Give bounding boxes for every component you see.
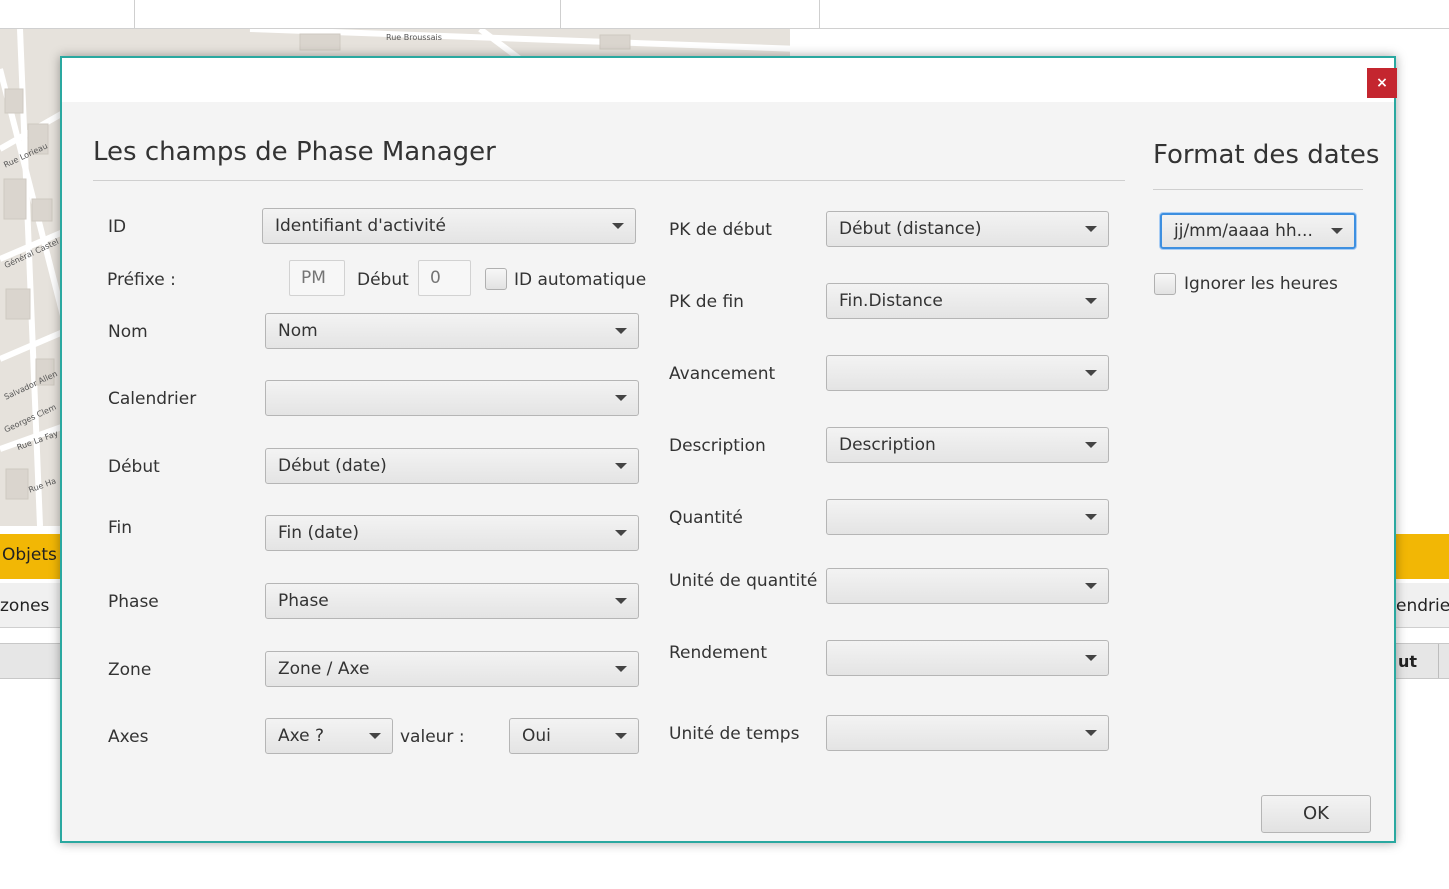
chevron-down-icon — [615, 395, 627, 401]
zone-combo-value: Zone / Axe — [278, 659, 370, 679]
unite-quantite-label: Unité de quantité — [669, 571, 818, 591]
top-bar-separator — [134, 0, 135, 28]
chevron-down-icon — [1085, 583, 1097, 589]
section-divider — [93, 180, 1125, 181]
description-combo-value: Description — [839, 435, 936, 455]
debut-inline-label: Début — [357, 270, 409, 290]
id-auto-label: ID automatique — [514, 270, 647, 290]
chevron-down-icon — [615, 530, 627, 536]
chevron-down-icon — [615, 733, 627, 739]
section-divider — [1153, 189, 1363, 190]
ignore-hours-checkbox[interactable] — [1154, 273, 1176, 295]
calendrier-combo[interactable] — [265, 380, 639, 416]
chevron-down-icon — [612, 223, 624, 229]
chevron-down-icon — [615, 463, 627, 469]
chevron-down-icon — [1331, 228, 1343, 234]
debut-number-input[interactable] — [418, 260, 471, 296]
column-separator — [1438, 644, 1439, 678]
phase-combo[interactable]: Phase — [265, 583, 639, 619]
dialog-titlebar[interactable] — [62, 58, 1394, 102]
nom-combo[interactable]: Nom — [265, 313, 639, 349]
tab-calendrier[interactable]: endrier — [1396, 596, 1449, 616]
date-format-combo-value: jj/mm/aaaa hh... — [1174, 221, 1313, 241]
quantite-combo[interactable] — [826, 499, 1109, 535]
quantite-label: Quantité — [669, 508, 743, 528]
chevron-down-icon — [369, 733, 381, 739]
unite-temps-label: Unité de temps — [669, 724, 800, 744]
zone-label: Zone — [108, 660, 152, 680]
tab-zones[interactable]: zones — [0, 596, 49, 616]
id-combo-value: Identifiant d'activité — [275, 216, 446, 236]
chevron-down-icon — [1085, 514, 1097, 520]
prefixe-input[interactable] — [289, 260, 345, 296]
close-button[interactable]: × — [1367, 68, 1397, 98]
valeur-label: valeur : — [400, 727, 465, 747]
date-format-combo[interactable]: jj/mm/aaaa hh... — [1160, 213, 1356, 249]
nom-combo-value: Nom — [278, 321, 318, 341]
calendrier-label: Calendrier — [108, 389, 197, 409]
chevron-down-icon — [1085, 730, 1097, 736]
description-combo[interactable]: Description — [826, 427, 1109, 463]
id-label: ID — [108, 217, 127, 237]
id-combo[interactable]: Identifiant d'activité — [262, 208, 636, 244]
description-label: Description — [669, 436, 766, 456]
pk-debut-combo-value: Début (distance) — [839, 219, 982, 239]
app-top-bar — [0, 0, 1449, 29]
column-header[interactable]: ut — [1398, 652, 1417, 671]
debut-combo-value: Début (date) — [278, 456, 387, 476]
unite-quantite-combo[interactable] — [826, 568, 1109, 604]
phase-manager-dialog: × Les champs de Phase Manager ID Identif… — [60, 56, 1397, 843]
map-street-label: Rue Broussais — [386, 33, 442, 42]
ok-button[interactable]: OK — [1261, 795, 1371, 833]
valeur-combo[interactable]: Oui — [509, 718, 639, 754]
fin-label: Fin — [108, 518, 133, 538]
fields-section-title: Les champs de Phase Manager — [93, 137, 496, 167]
avancement-label: Avancement — [669, 364, 776, 384]
fin-combo-value: Fin (date) — [278, 523, 360, 543]
chevron-down-icon — [1085, 370, 1097, 376]
debut-label: Début — [108, 457, 160, 477]
chevron-down-icon — [1085, 655, 1097, 661]
id-auto-checkbox[interactable] — [485, 268, 507, 290]
avancement-combo[interactable] — [826, 355, 1109, 391]
valeur-combo-value: Oui — [522, 726, 551, 746]
chevron-down-icon — [1085, 442, 1097, 448]
objets-label: Objets — [2, 545, 57, 565]
debut-combo[interactable]: Début (date) — [265, 448, 639, 484]
fin-combo[interactable]: Fin (date) — [265, 515, 639, 551]
pk-fin-combo[interactable]: Fin.Distance — [826, 283, 1109, 319]
prefixe-label: Préfixe : — [107, 270, 176, 290]
top-bar-separator — [819, 0, 820, 28]
chevron-down-icon — [615, 328, 627, 334]
rendement-label: Rendement — [669, 643, 767, 663]
chevron-down-icon — [615, 666, 627, 672]
unite-temps-combo[interactable] — [826, 715, 1109, 751]
pk-debut-label: PK de début — [669, 220, 772, 240]
nom-label: Nom — [108, 322, 148, 342]
axes-label: Axes — [108, 727, 149, 747]
date-format-title: Format des dates — [1153, 140, 1380, 170]
pk-fin-label: PK de fin — [669, 292, 744, 312]
rendement-combo[interactable] — [826, 640, 1109, 676]
chevron-down-icon — [1085, 298, 1097, 304]
axes-combo[interactable]: Axe ? — [265, 718, 393, 754]
axes-combo-value: Axe ? — [278, 726, 325, 746]
top-bar-separator — [560, 0, 561, 28]
zone-combo[interactable]: Zone / Axe — [265, 651, 639, 687]
chevron-down-icon — [615, 598, 627, 604]
chevron-down-icon — [1085, 226, 1097, 232]
pk-debut-combo[interactable]: Début (distance) — [826, 211, 1109, 247]
phase-combo-value: Phase — [278, 591, 329, 611]
ignore-hours-label: Ignorer les heures — [1184, 274, 1338, 294]
phase-label: Phase — [108, 592, 159, 612]
pk-fin-combo-value: Fin.Distance — [839, 291, 943, 311]
